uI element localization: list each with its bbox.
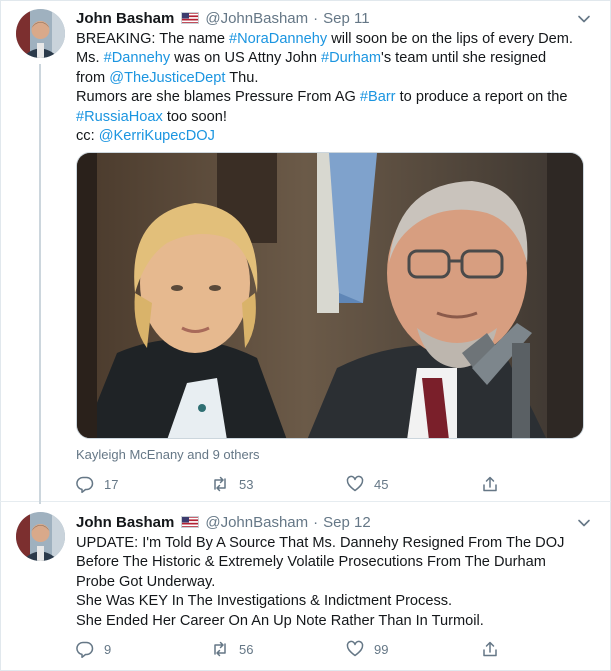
- retweet-count: 53: [239, 476, 254, 492]
- tweet-text-segment: to produce a report on the: [399, 89, 568, 106]
- thread-connector: [39, 64, 41, 504]
- reply-count: 17: [104, 476, 119, 492]
- like-count: 99: [374, 641, 389, 657]
- tweet-header: John Basham @JohnBasham · Sep 11: [76, 8, 370, 28]
- reply-count: 9: [104, 641, 112, 657]
- tweet-text-segment: was on US Attny John: [170, 50, 322, 67]
- author-handle[interactable]: @JohnBasham: [205, 514, 308, 531]
- author-handle[interactable]: @JohnBasham: [205, 10, 308, 27]
- tweet-text-segment: UPDATE: I'm Told By A Source That Ms. Da…: [76, 535, 565, 629]
- hashtag-link[interactable]: #Dannehy: [104, 50, 171, 66]
- heart-icon: [346, 475, 364, 492]
- mention-link[interactable]: @KerriKupecDOJ: [99, 128, 215, 144]
- hashtag-link[interactable]: #Barr: [360, 89, 396, 105]
- tweet-text: UPDATE: I'm Told By A Source That Ms. Da…: [76, 534, 596, 631]
- tweet-date[interactable]: Sep 12: [323, 514, 371, 531]
- share-icon: [483, 641, 497, 657]
- us-flag-icon: [181, 516, 200, 528]
- retweet-icon: [214, 641, 226, 657]
- reply-button[interactable]: 9: [76, 639, 211, 659]
- tweet-2[interactable]: John Basham @JohnBasham · Sep 12 UPDATE:…: [0, 502, 611, 671]
- us-flag-icon: [181, 12, 200, 24]
- retweet-button[interactable]: 56: [211, 639, 346, 659]
- tweet-text: BREAKING: The name #NoraDannehy will soo…: [76, 30, 596, 146]
- reply-icon: [76, 641, 94, 658]
- share-button[interactable]: [481, 474, 509, 494]
- chevron-down-icon[interactable]: [577, 12, 591, 26]
- hashtag-link[interactable]: #Durham: [321, 50, 381, 66]
- author-name[interactable]: John Basham: [76, 514, 174, 531]
- separator-dot: ·: [313, 9, 319, 27]
- like-button[interactable]: 99: [346, 639, 481, 659]
- like-button[interactable]: 45: [346, 474, 481, 494]
- avatar[interactable]: [16, 512, 65, 561]
- tweet-actions: 17 53 45: [76, 474, 516, 494]
- tweet-photo[interactable]: [76, 152, 584, 439]
- retweet-button[interactable]: 53: [211, 474, 346, 494]
- avatar[interactable]: [16, 9, 65, 58]
- like-count: 45: [374, 476, 389, 492]
- reply-button[interactable]: 17: [76, 474, 211, 494]
- hashtag-link[interactable]: #RussiaHoax: [76, 109, 163, 125]
- tweet-1[interactable]: John Basham @JohnBasham · Sep 11 BREAKIN…: [0, 0, 611, 504]
- chevron-down-icon[interactable]: [577, 516, 591, 530]
- retweet-count: 56: [239, 641, 254, 657]
- share-button[interactable]: [481, 639, 509, 659]
- retweet-icon: [214, 476, 226, 492]
- share-icon: [483, 476, 497, 492]
- heart-icon: [346, 640, 364, 657]
- tweet-actions: 9 56 99: [76, 639, 516, 659]
- hashtag-link[interactable]: #NoraDannehy: [229, 31, 327, 47]
- tweet-text-segment: BREAKING: The name: [76, 31, 230, 47]
- tweet-header: John Basham @JohnBasham · Sep 12: [76, 512, 371, 532]
- tweet-date[interactable]: Sep 11: [323, 10, 369, 27]
- separator-dot: ·: [313, 513, 319, 531]
- liked-by-line[interactable]: Kayleigh McEnany and 9 others: [76, 447, 260, 462]
- author-name[interactable]: John Basham: [76, 10, 174, 27]
- reply-icon: [76, 476, 94, 493]
- mention-link[interactable]: @TheJusticeDept: [109, 70, 225, 86]
